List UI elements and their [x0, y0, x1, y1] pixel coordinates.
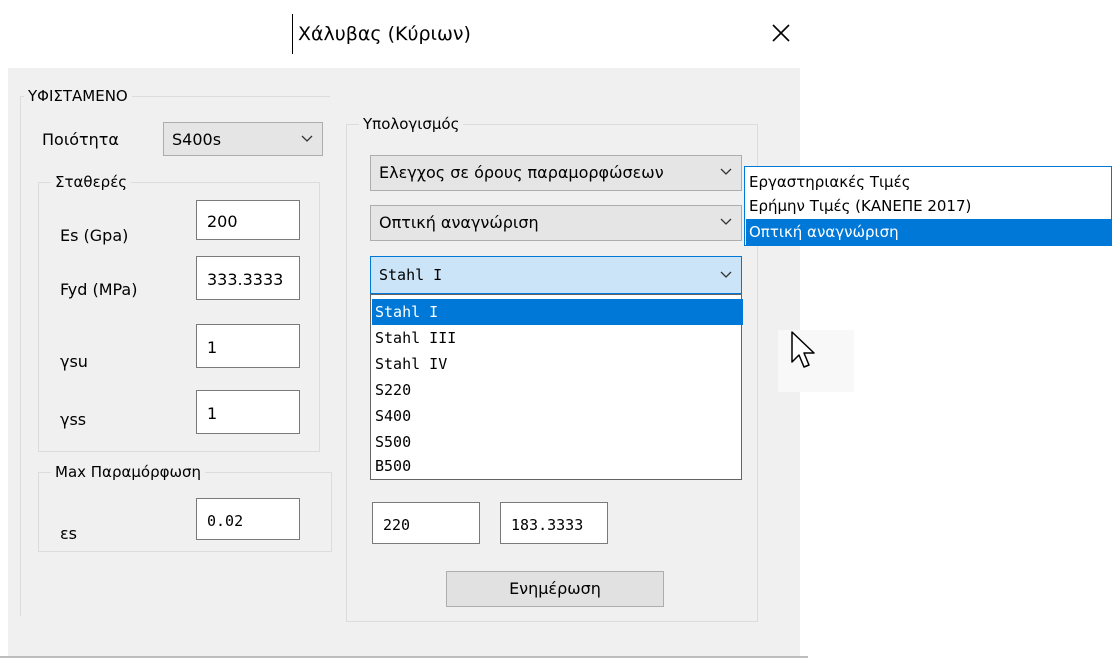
- steel-option[interactable]: Stahl IV: [372, 351, 743, 377]
- max-strain-group-label: Max Παραμόρφωση: [51, 462, 206, 482]
- chevron-down-icon: [720, 271, 732, 278]
- chevron-down-icon: [301, 135, 313, 142]
- steel-select-value: Stahl I: [379, 266, 443, 284]
- constants-group-label: Σταθερές: [51, 172, 132, 192]
- calculation-value-2-input[interactable]: [500, 502, 608, 544]
- chevron-down-icon: [720, 218, 732, 225]
- steel-option[interactable]: Stahl III: [372, 325, 743, 351]
- gsu-label: γsu: [60, 352, 88, 371]
- es-input[interactable]: [196, 200, 300, 240]
- steel-option[interactable]: S400: [372, 403, 743, 429]
- check-mode-select-value: Ελεγχος σε όρους παραμορφώσεων: [379, 163, 664, 182]
- quality-select[interactable]: S400s: [163, 122, 323, 156]
- gsu-input[interactable]: [196, 324, 300, 368]
- window-title: Χάλυβας (Κύριων): [298, 23, 471, 45]
- steel-option[interactable]: S500: [372, 429, 743, 455]
- title-bar: Χάλυβας (Κύριων): [0, 0, 808, 68]
- chevron-down-icon: [720, 168, 732, 175]
- source-option[interactable]: Εργαστηριακές Τιμές: [746, 169, 1112, 195]
- source-dropdown-list: Εργαστηριακές Τιμές Ερήμην Τιμές (ΚΑΝΕΠΕ…: [744, 166, 1112, 246]
- gss-label: γss: [60, 410, 87, 429]
- source-select-value: Οπτική αναγνώριση: [379, 213, 539, 232]
- update-button[interactable]: Ενημέρωση: [446, 571, 664, 607]
- steel-select[interactable]: Stahl I: [370, 256, 742, 294]
- steel-dropdown-list: Stahl I Stahl III Stahl IV S220 S400 S50…: [370, 294, 743, 480]
- source-option[interactable]: Οπτική αναγνώριση: [746, 219, 1112, 245]
- calculation-value-1-input[interactable]: [372, 502, 480, 544]
- check-mode-select[interactable]: Ελεγχος σε όρους παραμορφώσεων: [370, 155, 742, 191]
- mouse-pointer-icon: [791, 331, 815, 368]
- title-text-cursor: [292, 14, 293, 54]
- fyd-label: Fyd (MPa): [60, 280, 138, 299]
- fyd-input[interactable]: [196, 256, 300, 300]
- source-option[interactable]: Ερήμην Τιμές (ΚΑΝΕΠΕ 2017): [746, 193, 1112, 219]
- steel-option[interactable]: B500: [372, 453, 743, 479]
- strain-label: εs: [60, 524, 77, 543]
- close-button[interactable]: [764, 16, 798, 50]
- quality-select-value: S400s: [172, 130, 222, 149]
- steel-option[interactable]: S220: [372, 377, 743, 403]
- close-icon: [772, 24, 790, 42]
- source-select[interactable]: Οπτική αναγνώριση: [370, 205, 742, 241]
- steel-option[interactable]: Stahl I: [372, 299, 743, 325]
- gss-input[interactable]: [196, 390, 300, 434]
- calculation-group-label: Υπολογισμός: [359, 114, 464, 134]
- quality-label: Ποιότητα: [42, 130, 119, 149]
- strain-input[interactable]: [196, 498, 300, 540]
- existing-group-label: ΥΦΙΣΤΑΜΕΝΟ: [24, 86, 132, 106]
- es-label: Es (Gpa): [60, 226, 129, 245]
